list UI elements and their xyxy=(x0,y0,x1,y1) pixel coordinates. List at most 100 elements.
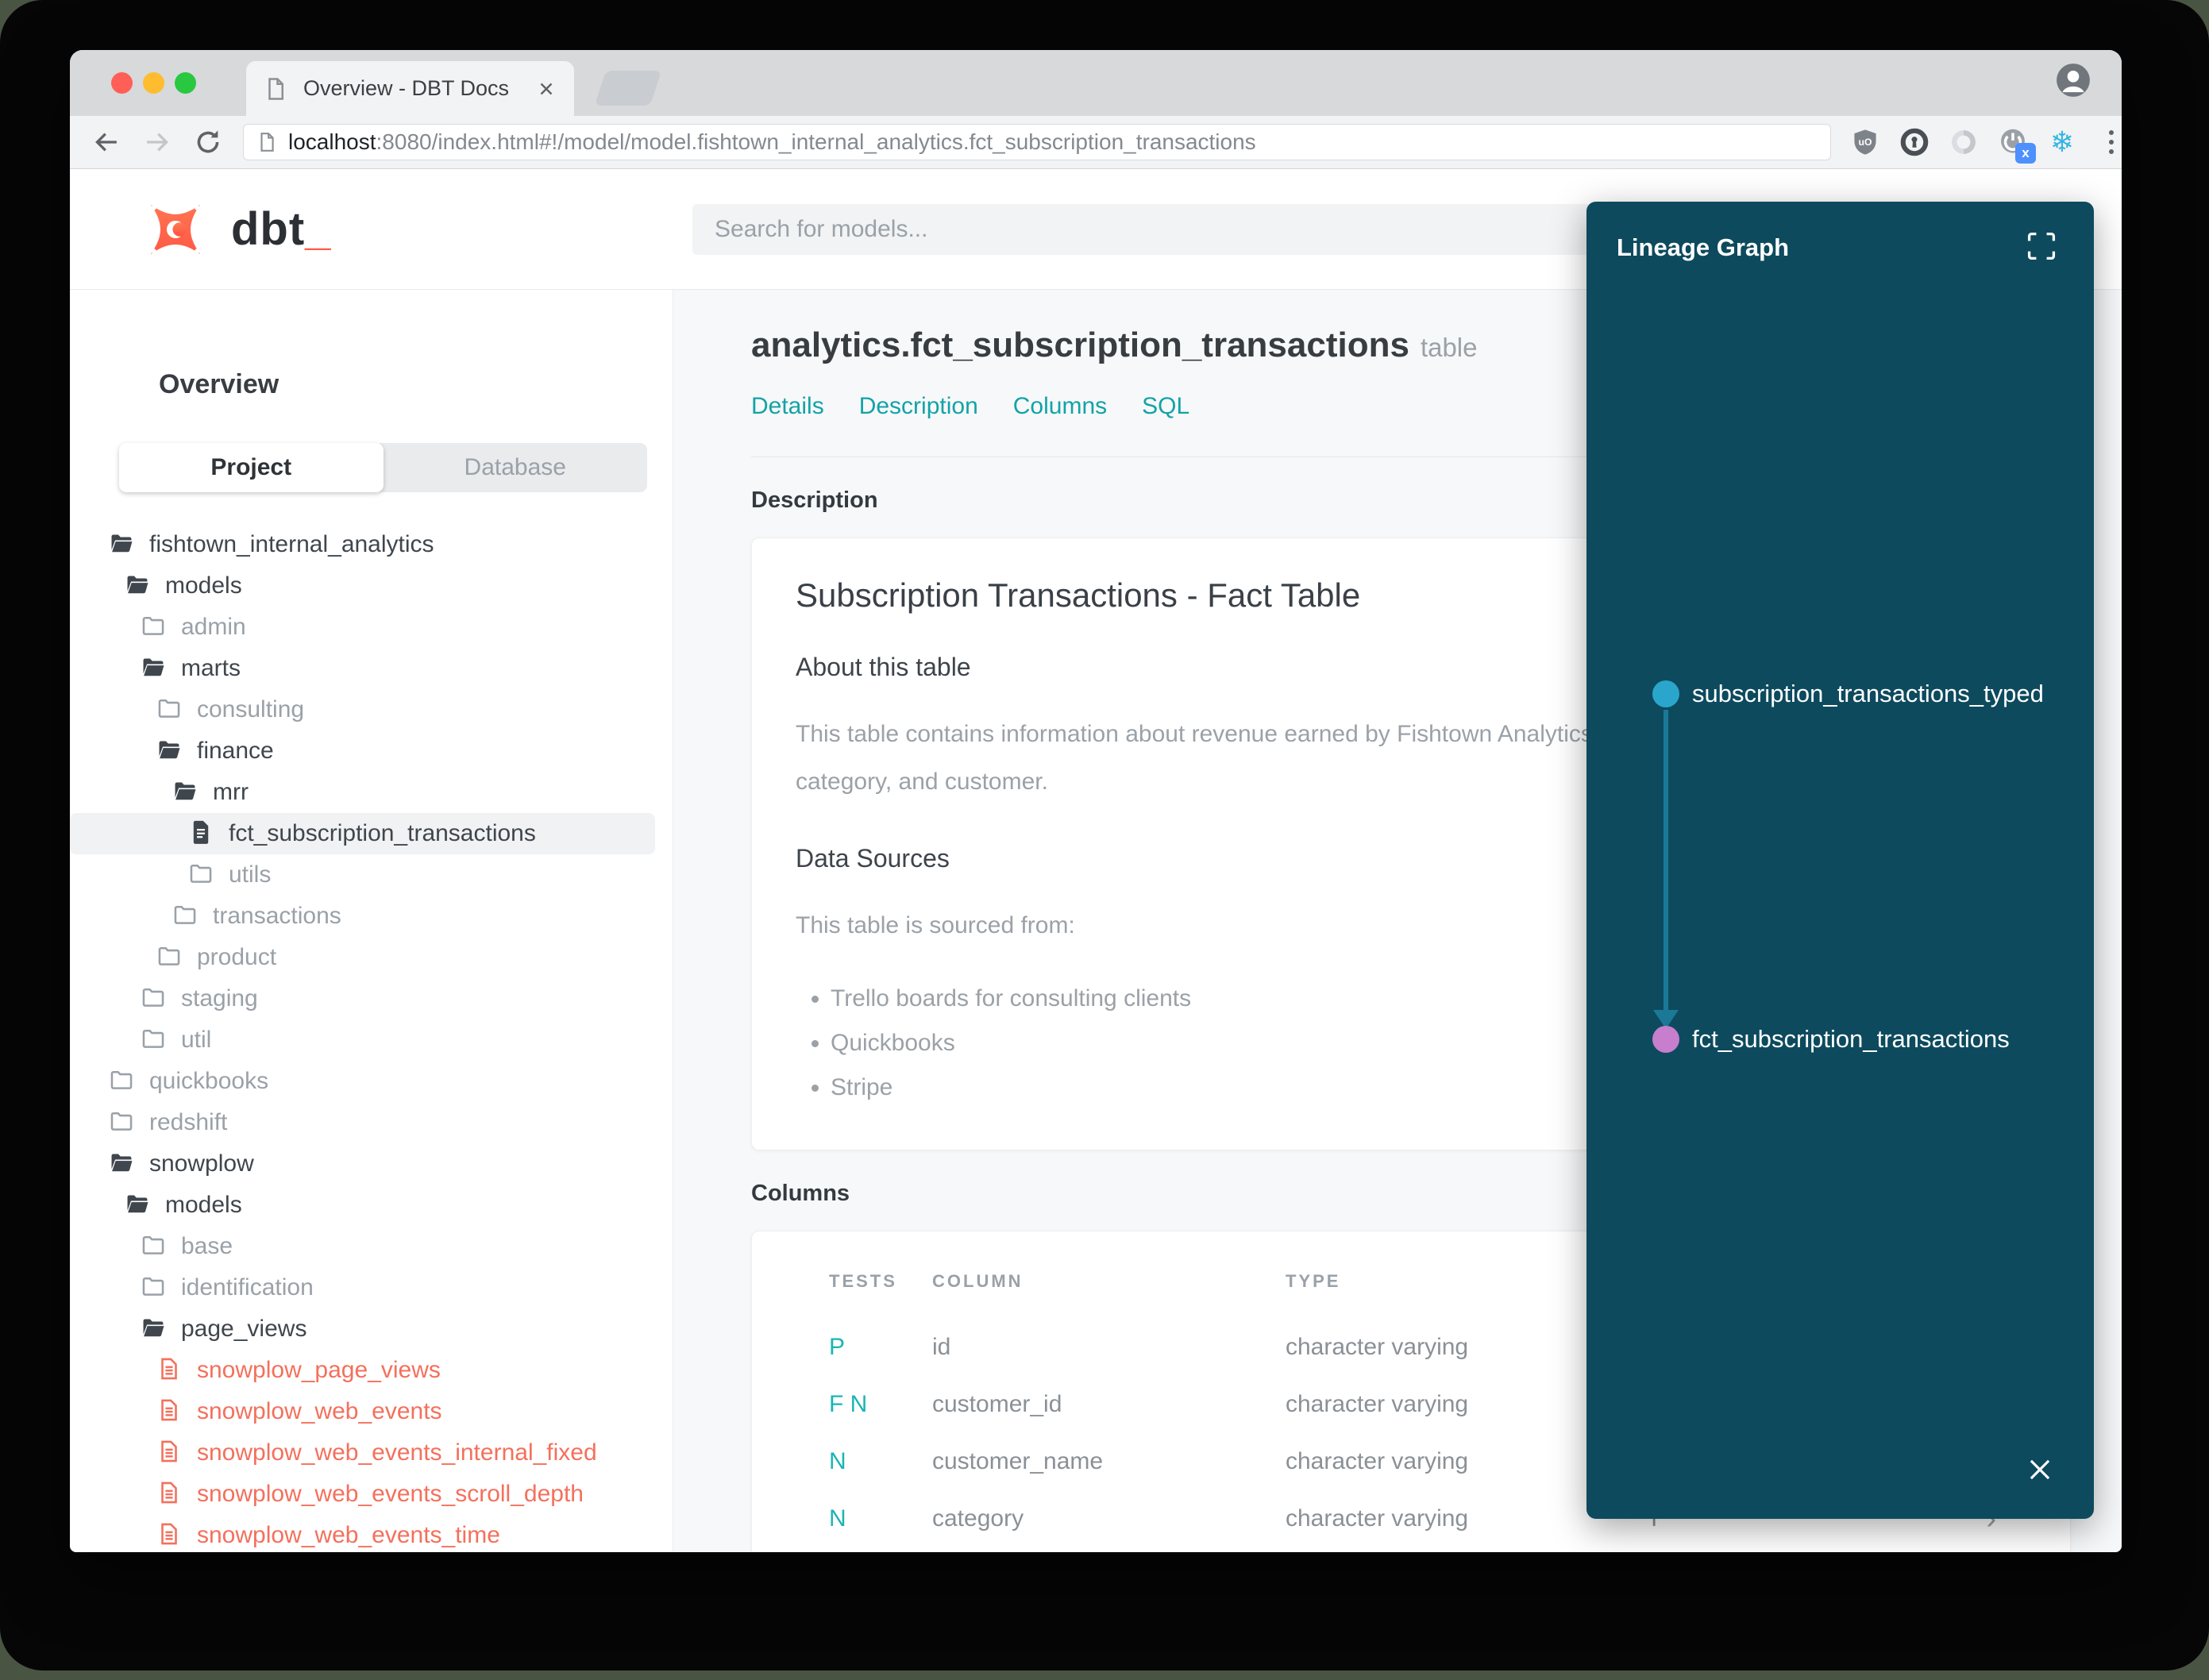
window-minimize-button[interactable] xyxy=(143,72,164,94)
tree-item-product[interactable]: product xyxy=(70,937,276,978)
lineage-graph-panel: Lineage Graph subscription_transactions_… xyxy=(1586,202,2094,1519)
tree-item-label: redshift xyxy=(149,1109,228,1135)
back-icon[interactable] xyxy=(92,128,121,156)
column-cell: id xyxy=(932,1334,951,1360)
browser-tab[interactable]: Overview - DBT Docs xyxy=(246,61,574,116)
tab-close-icon[interactable] xyxy=(536,79,557,99)
tree-item-page_views[interactable]: page_views xyxy=(70,1308,306,1350)
folder-icon xyxy=(108,1108,135,1139)
tree-item-label: finance xyxy=(197,738,274,764)
browser-window: Overview - DBT Docs localhost:8080/index… xyxy=(70,50,2122,1552)
tree-item-label: snowplow xyxy=(149,1150,254,1177)
1password-extension-icon[interactable] xyxy=(1899,127,1930,157)
lineage-edge xyxy=(1663,710,1668,1013)
folder-icon xyxy=(140,1273,167,1304)
folder-open-icon xyxy=(140,1314,167,1345)
tree-item-snowplow_page_views[interactable]: snowplow_page_views xyxy=(70,1350,441,1391)
tree-item-models[interactable]: models xyxy=(70,565,242,607)
tree-item-snowplow_web_events_scroll_depth[interactable]: snowplow_web_events_scroll_depth xyxy=(70,1474,584,1515)
folder-icon xyxy=(187,860,214,891)
window-close-button[interactable] xyxy=(111,72,133,94)
tab-project[interactable]: Project xyxy=(119,443,384,492)
browser-menu-icon[interactable] xyxy=(2096,127,2122,157)
tree-item-snowplow[interactable]: snowplow xyxy=(70,1143,254,1185)
tree-item-label: marts xyxy=(181,655,241,681)
search-input[interactable] xyxy=(692,204,1715,255)
snowflake-extension-icon[interactable]: ❄ xyxy=(2047,127,2077,157)
url-bar[interactable]: localhost:8080/index.html#!/model/model.… xyxy=(243,124,1831,160)
tree-item-fct_subscription_transactions[interactable]: fct_subscription_transactions xyxy=(70,813,655,854)
desktop-backdrop: Overview - DBT Docs localhost:8080/index… xyxy=(0,0,2209,1670)
page-icon xyxy=(256,132,277,152)
lineage-node-fct-subscription-transactions[interactable]: fct_subscription_transactions xyxy=(1652,1025,2010,1054)
tree-item-snowplow_web_events[interactable]: snowplow_web_events xyxy=(70,1391,442,1432)
materialization-badge: table xyxy=(1420,333,1478,362)
lineage-node-subscription-transactions-typed[interactable]: subscription_transactions_typed xyxy=(1652,680,2044,708)
dbt-logo-text: dbt_ xyxy=(231,203,332,255)
tree-item-label: snowplow_web_events_scroll_depth xyxy=(197,1481,584,1507)
tab-details[interactable]: Details xyxy=(751,393,824,420)
url-text: localhost:8080/index.html#!/model/model.… xyxy=(288,129,1256,154)
ublock-extension-icon[interactable]: uO xyxy=(1850,127,1880,157)
tree-item-label: util xyxy=(181,1027,212,1053)
column-cell: customer_id xyxy=(932,1391,1062,1417)
tree-item-snowplow_web_events_internal_fixed[interactable]: snowplow_web_events_internal_fixed xyxy=(70,1432,597,1474)
tests-cell: N xyxy=(829,1505,846,1532)
tree-item-consulting[interactable]: consulting xyxy=(70,689,304,730)
tree-item-fishtown_internal_analytics[interactable]: fishtown_internal_analytics xyxy=(70,524,434,565)
tree-item-label: staging xyxy=(181,985,258,1011)
close-icon[interactable] xyxy=(2024,1454,2056,1485)
tree-item-label: base xyxy=(181,1233,233,1259)
sidebar-overview-label[interactable]: Overview xyxy=(159,369,673,400)
tab-database[interactable]: Database xyxy=(384,443,648,492)
tree-item-mrr[interactable]: mrr xyxy=(70,772,249,813)
fullscreen-icon[interactable] xyxy=(2024,229,2059,264)
tree-item-label: page_views xyxy=(181,1316,307,1342)
tree-item-utils[interactable]: utils xyxy=(70,854,271,896)
tree-item-label: snowplow_web_events xyxy=(197,1398,442,1424)
node-dot xyxy=(1652,680,1679,707)
power-extension-badge: x xyxy=(2015,143,2036,164)
browser-profile-avatar[interactable] xyxy=(2055,62,2091,98)
reload-icon[interactable] xyxy=(194,128,222,156)
sidebar-view-toggle: Project Database xyxy=(119,443,647,492)
folder-icon xyxy=(172,901,199,932)
tree-item-identification[interactable]: identification xyxy=(70,1267,314,1308)
tree-item-models[interactable]: models xyxy=(70,1185,242,1226)
gray-circle-extension-icon[interactable] xyxy=(1949,127,1979,157)
tree-item-base[interactable]: base xyxy=(70,1226,233,1267)
tab-columns[interactable]: Columns xyxy=(1013,393,1107,420)
tree-item-transactions[interactable]: transactions xyxy=(70,896,341,937)
tab-sql[interactable]: SQL xyxy=(1142,393,1189,420)
tests-cell: N xyxy=(829,1448,846,1474)
tree-item-label: product xyxy=(197,944,277,970)
table-row-date_month: Ndate_monthdateThis column indicates ...… xyxy=(829,1547,2026,1552)
tab-description[interactable]: Description xyxy=(859,393,978,420)
tree-item-label: consulting xyxy=(197,696,305,722)
tab-title: Overview - DBT Docs xyxy=(303,76,510,100)
tree-item-marts[interactable]: marts xyxy=(70,648,241,689)
folder-icon xyxy=(140,1025,167,1056)
node-dot xyxy=(1652,1026,1679,1053)
file-red-icon xyxy=(156,1520,183,1551)
forward-icon[interactable] xyxy=(143,128,172,156)
dbt-logo-icon xyxy=(150,204,201,254)
window-zoom-button[interactable] xyxy=(175,72,196,94)
tree-item-staging[interactable]: staging xyxy=(70,978,258,1019)
power-extension-icon[interactable]: x xyxy=(1998,127,2036,164)
tree-item-util[interactable]: util xyxy=(70,1019,211,1061)
dbt-logo[interactable]: dbt_ xyxy=(139,193,331,266)
tree-item-admin[interactable]: admin xyxy=(70,607,246,648)
tree-item-finance[interactable]: finance xyxy=(70,730,274,772)
tree-item-label: models xyxy=(165,572,242,599)
tree-item-quickbooks[interactable]: quickbooks xyxy=(70,1061,268,1102)
folder-icon xyxy=(108,1066,135,1097)
tree-item-snowplow_web_events_time[interactable]: snowplow_web_events_time xyxy=(70,1515,500,1552)
column-cell: category xyxy=(932,1505,1024,1532)
folder-open-icon xyxy=(140,653,167,684)
folder-icon xyxy=(156,695,183,726)
folder-open-icon xyxy=(108,530,135,561)
tree-item-redshift[interactable]: redshift xyxy=(70,1102,227,1143)
browser-tabstrip: Overview - DBT Docs xyxy=(70,50,2122,116)
new-tab-button[interactable] xyxy=(594,71,662,106)
